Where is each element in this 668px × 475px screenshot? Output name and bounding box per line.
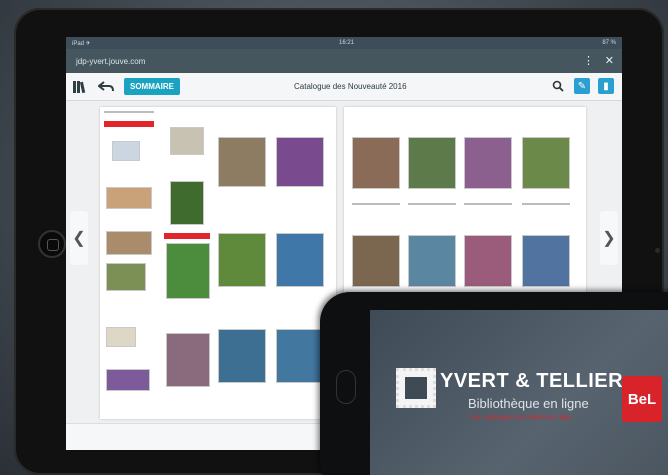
brand-tagline: Les catalogues de cotation en ligne — [470, 414, 572, 421]
browser-url-bar[interactable]: jdp-yvert.jouve.com ⋮ ✕ — [66, 49, 622, 73]
stamp-sheet — [464, 235, 512, 287]
url-text[interactable]: jdp-yvert.jouve.com — [76, 57, 145, 66]
stamp-sheet — [166, 333, 210, 387]
back-arrow-icon[interactable] — [98, 79, 114, 95]
stamp-sheet — [408, 235, 456, 287]
status-battery: 87 % — [602, 40, 616, 46]
bel-badge: BeL — [622, 376, 662, 422]
stamp-sheet — [276, 233, 324, 287]
close-icon[interactable]: ✕ — [605, 54, 614, 67]
status-left: iPad ✈ — [72, 40, 91, 47]
stamp-thumb — [106, 327, 136, 347]
stamp-sheet — [218, 329, 266, 383]
stamp-sheet — [218, 137, 266, 187]
camera — [655, 248, 660, 253]
section-tag — [104, 121, 154, 127]
stamp-sheet — [218, 233, 266, 287]
bookmark-icon[interactable]: ▮ — [598, 78, 614, 94]
stamp-thumb — [106, 369, 150, 391]
stamp-sheet — [522, 235, 570, 287]
stamp-sheet — [352, 137, 400, 189]
stamp-thumb — [170, 181, 204, 225]
stamp-thumb — [106, 231, 152, 255]
stamp-thumb — [170, 127, 204, 155]
toolbar-actions: ✎ ▮ — [550, 78, 614, 94]
chevron-left-icon[interactable]: ❮ — [70, 211, 88, 265]
stamp-sheet — [166, 243, 210, 299]
stamp-logo-icon — [396, 368, 436, 408]
stamp-sheet — [276, 329, 324, 383]
catalogue-title: Catalogue des Nouveauté 2016 — [294, 82, 407, 91]
stamp-sheet — [464, 137, 512, 189]
catalogue-page-left[interactable] — [100, 107, 336, 419]
home-button[interactable] — [38, 230, 66, 258]
status-time: 16:21 — [339, 40, 355, 46]
stamp-thumb — [106, 263, 146, 291]
phone-home-button — [336, 370, 356, 404]
stamp-sheet — [276, 137, 324, 187]
phone-device: YVERT & TELLIER Bibliothèque en ligne Le… — [320, 292, 668, 475]
stamp-sheet — [408, 137, 456, 189]
search-icon[interactable] — [550, 78, 566, 94]
stamp-sheet — [522, 137, 570, 189]
kebab-icon[interactable]: ⋮ — [583, 54, 594, 67]
brand-title: YVERT & TELLIER — [440, 370, 624, 392]
section-tag — [164, 233, 210, 239]
status-bar: iPad ✈ 16:21 87 % — [66, 37, 622, 49]
brand-subtitle: Bibliothèque en ligne — [468, 396, 589, 411]
stamp-thumb — [106, 187, 152, 209]
sommaire-button[interactable]: SOMMAIRE — [124, 78, 180, 95]
stamp-sheet — [352, 235, 400, 287]
app-toolbar: SOMMAIRE Catalogue des Nouveauté 2016 ✎ … — [66, 73, 622, 101]
promo-screen: YVERT & TELLIER Bibliothèque en ligne Le… — [370, 310, 668, 475]
library-icon[interactable] — [72, 79, 88, 95]
pencil-icon[interactable]: ✎ — [574, 78, 590, 94]
stamp-thumb — [112, 141, 140, 161]
chevron-right-icon[interactable]: ❯ — [600, 211, 618, 265]
